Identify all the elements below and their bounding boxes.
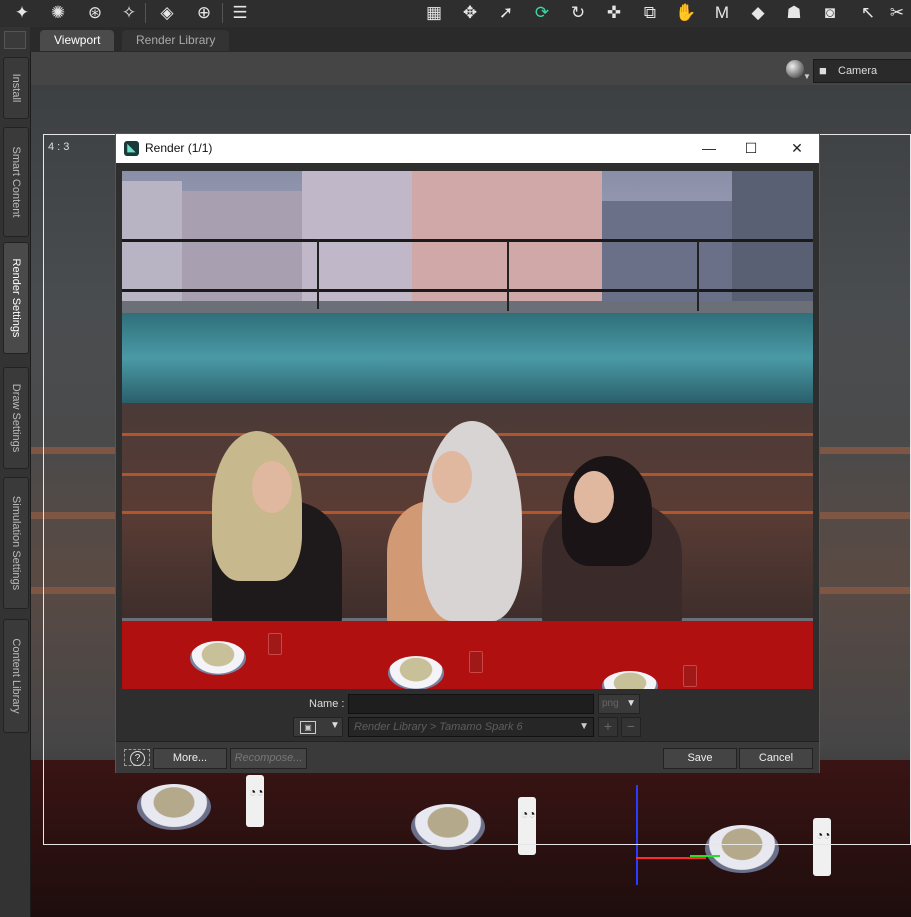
main-toolbar: ✦ ✺ ⊛ ✧ ◈ ⊕ ☰ ▦ ✥ ➚ ⟳ ↻ ✜ ⧉ ✋ M ◆ ☗ ◙ ↖ … [0, 0, 911, 28]
camera-selector[interactable]: ■ Camera [813, 59, 911, 83]
minimize-button[interactable]: — [686, 134, 732, 163]
render-face-left [252, 461, 292, 513]
gizmo-x-axis[interactable] [636, 857, 706, 859]
render-bowl [388, 656, 444, 689]
side-tab-label: Install [10, 73, 22, 103]
dialog-button-bar: ? More... Recompose... Save Cancel [116, 741, 819, 773]
render-railing [122, 289, 813, 292]
tab-render-library[interactable]: Render Library [122, 30, 230, 51]
location-type-button[interactable]: ▣ ▼ [293, 717, 343, 737]
chevron-down-icon: ▼ [803, 72, 811, 81]
toolbar-divider [145, 3, 146, 23]
render-building [732, 171, 813, 301]
render-camera-icon[interactable]: ◙ [818, 1, 842, 25]
add-location-button[interactable]: + [598, 717, 618, 737]
gizmo-z-axis[interactable] [690, 855, 720, 857]
dial-icon[interactable]: ⊛ [83, 1, 107, 25]
side-tab-label: Simulation Settings [10, 495, 22, 591]
rotate-icon[interactable]: ↻ [566, 1, 590, 25]
rotate-view-icon[interactable]: ⟳ [530, 1, 554, 25]
spotlight-icon[interactable]: ◈ [155, 1, 179, 25]
render-cup [469, 651, 483, 673]
help-icon: ? [130, 751, 145, 766]
render-railing-post [697, 241, 699, 311]
remove-location-button[interactable]: − [621, 717, 641, 737]
left-side-panel: Install Smart Content Render Settings Dr… [0, 27, 31, 917]
dialog-title: Render (1/1) [145, 141, 213, 155]
viewport-header [31, 52, 911, 85]
paint-icon[interactable]: ◆ [746, 1, 770, 25]
scale-icon[interactable]: ⧉ [638, 1, 662, 25]
side-tab-label: Content Library [10, 638, 22, 714]
menu-icon[interactable] [4, 31, 26, 49]
tab-viewport[interactable]: Viewport [40, 30, 115, 51]
list-icon[interactable]: ☰ [228, 1, 252, 25]
pin-icon[interactable]: ✦ [10, 1, 34, 25]
render-railing-post [317, 239, 319, 309]
side-tab-label: Render Settings [10, 258, 22, 338]
aspect-ratio-label: 4 : 3 [48, 141, 70, 153]
side-tab-draw-settings[interactable]: Draw Settings [3, 367, 29, 469]
render-hair-center [422, 421, 522, 621]
dialog-titlebar[interactable]: ◣ Render (1/1) — ☐ ✕ [116, 134, 819, 163]
side-tab-label: Draw Settings [10, 383, 22, 453]
render-bowl [190, 641, 246, 675]
render-pool [122, 313, 813, 403]
side-tab-render-settings[interactable]: Render Settings [3, 242, 29, 354]
camera-icon: ■ [819, 63, 827, 78]
grid-icon[interactable]: ▦ [422, 1, 446, 25]
chevron-down-icon: ▼ [579, 721, 589, 732]
move-view-icon[interactable]: ✥ [458, 1, 482, 25]
render-face-center [432, 451, 472, 503]
close-button[interactable]: ✕ [774, 134, 820, 163]
render-preview-image [122, 171, 813, 689]
format-select[interactable]: png ▼ [598, 694, 640, 714]
render-railing [122, 239, 813, 242]
side-tab-simulation-settings[interactable]: Simulation Settings [3, 477, 29, 609]
morph-icon[interactable]: M [710, 1, 734, 25]
pointer-icon[interactable]: ➚ [494, 1, 518, 25]
chevron-down-icon: ▼ [330, 720, 340, 731]
more-button[interactable]: More... [153, 748, 227, 769]
draw-style-icon[interactable] [786, 60, 804, 78]
location-value: Render Library > Tamamo Spark 6 [354, 721, 523, 733]
render-face-right [574, 471, 614, 523]
name-input[interactable] [348, 694, 594, 714]
maximize-button[interactable]: ☐ [728, 134, 774, 163]
side-tab-label: Smart Content [10, 146, 22, 218]
render-railing-post [507, 241, 509, 311]
name-label: Name : [309, 698, 345, 710]
scissor-icon[interactable]: ✂ [885, 1, 909, 25]
translate-icon[interactable]: ✜ [602, 1, 626, 25]
image-icon: ▣ [300, 721, 316, 734]
location-select[interactable]: Render Library > Tamamo Spark 6 ▼ [348, 717, 594, 737]
chevron-down-icon: ▼ [626, 698, 636, 709]
side-tab-install[interactable]: Install [3, 57, 29, 119]
render-building [602, 201, 732, 301]
render-dialog: ◣ Render (1/1) — ☐ ✕ Name: png ▼ ▣ ▼ Re… [115, 133, 820, 773]
save-button[interactable]: Save [663, 748, 737, 769]
side-tab-smart-content[interactable]: Smart Content [3, 127, 29, 237]
figure-icon[interactable]: ☗ [782, 1, 806, 25]
wand-icon[interactable]: ✧ [117, 1, 141, 25]
target-icon[interactable]: ⊕ [192, 1, 216, 25]
burst-icon[interactable]: ✺ [46, 1, 70, 25]
render-cup [683, 665, 697, 687]
help-button[interactable]: ? [124, 749, 150, 766]
cancel-button[interactable]: Cancel [739, 748, 813, 769]
render-hair-left [212, 431, 302, 581]
app-logo-icon: ◣ [124, 141, 139, 156]
toolbar-divider [222, 3, 223, 23]
camera-label: Camera [838, 65, 878, 77]
render-building [182, 191, 302, 301]
recompose-button[interactable]: Recompose... [230, 748, 307, 769]
side-tab-content-library[interactable]: Content Library [3, 619, 29, 733]
render-cup [268, 633, 282, 655]
joint-icon[interactable]: ✋ [674, 1, 698, 25]
select-arrow-icon[interactable]: ↖ [856, 1, 880, 25]
viewport-tabs: Viewport Render Library [30, 27, 911, 52]
format-value: png [602, 698, 619, 709]
